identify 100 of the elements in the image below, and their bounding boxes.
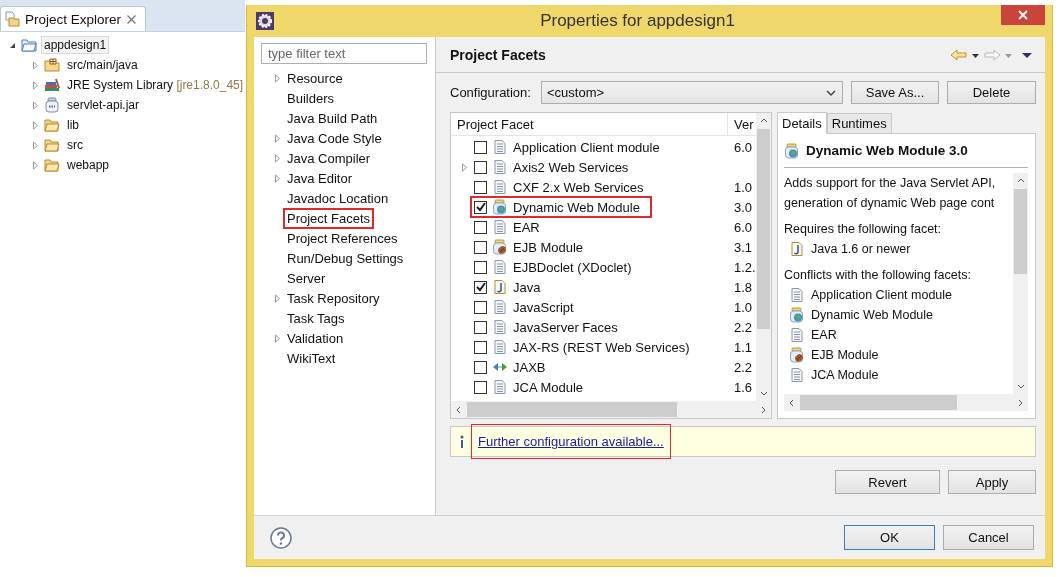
cancel-button[interactable]: Cancel: [943, 525, 1034, 550]
expand-arrow-icon[interactable]: [273, 333, 282, 343]
tree-item[interactable]: src/main/java: [64, 56, 141, 74]
bean-jar-icon: [492, 239, 508, 255]
checkbox[interactable]: [474, 240, 487, 254]
nav-item[interactable]: Java Build Path: [283, 107, 382, 129]
scrollbar[interactable]: [756, 113, 771, 401]
column-header[interactable]: Project Facet: [451, 113, 728, 135]
filter-field[interactable]: type filter text: [261, 43, 427, 64]
package-folder-icon: [44, 57, 60, 73]
revert-button[interactable]: Revert: [835, 470, 940, 494]
facet-name: EJBDoclet (XDoclet): [513, 259, 632, 275]
facet-version: 6.0: [733, 219, 753, 235]
document-icon: [789, 287, 805, 303]
delete-button[interactable]: Delete: [947, 81, 1036, 104]
ok-button[interactable]: OK: [844, 525, 935, 550]
details-title: Dynamic Web Module 3.0: [806, 143, 968, 158]
facet-version: 3.1: [733, 239, 753, 255]
nav-item[interactable]: Java Compiler: [283, 147, 375, 169]
folder-page-icon: [4, 11, 20, 27]
apply-button[interactable]: Apply: [948, 470, 1036, 494]
facet-name: Application Client module: [513, 139, 660, 155]
checkbox[interactable]: [474, 160, 487, 174]
expand-arrow-icon[interactable]: [31, 100, 40, 110]
tab[interactable]: Runtimes: [826, 113, 892, 133]
view-tab[interactable]: Project Explorer: [0, 6, 147, 31]
scrollbar[interactable]: [451, 401, 771, 418]
expand-arrow-icon[interactable]: [31, 160, 40, 170]
document-icon: [492, 319, 508, 335]
expand-arrow-icon[interactable]: [273, 73, 282, 83]
nav-item[interactable]: WikiText: [283, 347, 340, 369]
checkbox[interactable]: [474, 320, 487, 334]
nav-item[interactable]: Project Facets: [283, 207, 375, 229]
nav-item[interactable]: Resource: [283, 67, 347, 89]
expand-arrow-icon[interactable]: [273, 153, 282, 163]
window-title: Properties for appdesign1: [539, 11, 736, 31]
expand-arrow-icon[interactable]: [31, 120, 40, 130]
nav-item[interactable]: Task Repository: [283, 287, 384, 309]
nav-item[interactable]: Java Editor: [283, 167, 357, 189]
tree-item[interactable]: src: [64, 136, 86, 154]
facet-version: 2.2: [733, 359, 753, 375]
facet-name: Dynamic Web Module: [513, 199, 640, 215]
close-button[interactable]: [1001, 5, 1045, 25]
expand-arrow-icon[interactable]: [31, 60, 40, 70]
jar-icon: [44, 97, 60, 113]
save-as-button[interactable]: Save As...: [851, 81, 939, 104]
checkbox[interactable]: [474, 340, 487, 354]
page-title: Project Facets: [450, 46, 547, 63]
document-icon: [492, 299, 508, 315]
configuration-dropdown[interactable]: <custom>: [541, 81, 843, 104]
checkbox[interactable]: [474, 260, 487, 274]
checkbox[interactable]: [474, 220, 487, 234]
nav-item[interactable]: Builders: [283, 87, 338, 109]
expand-arrow-icon[interactable]: [460, 162, 469, 172]
expand-arrow-icon[interactable]: [273, 293, 282, 303]
checkbox[interactable]: [474, 280, 487, 294]
expand-arrow-icon[interactable]: [273, 133, 282, 143]
nav-item[interactable]: Java Code Style: [283, 127, 386, 149]
nav-item[interactable]: Server: [283, 267, 330, 289]
folder-icon: [44, 157, 60, 173]
nav-item[interactable]: Project References: [283, 227, 402, 249]
info-icon: [459, 434, 465, 449]
expand-arrow-icon[interactable]: [31, 140, 40, 150]
further-configuration-link[interactable]: Further configuration available...: [471, 424, 671, 459]
checkbox[interactable]: [474, 200, 487, 214]
tree-item[interactable]: servlet-api.jar: [64, 96, 143, 114]
facet-name: JAX-RS (REST Web Services): [513, 339, 690, 355]
help-icon[interactable]: [270, 526, 292, 549]
document-icon: [492, 179, 508, 195]
nav-item[interactable]: Task Tags: [283, 307, 349, 329]
books-icon: [44, 77, 60, 93]
folder-icon: [44, 137, 60, 153]
checkbox[interactable]: [474, 140, 487, 154]
tree-item[interactable]: lib: [64, 116, 82, 134]
facet-name: Dynamic Web Module: [811, 308, 934, 322]
facet-name: EAR: [811, 328, 837, 342]
tree-item[interactable]: webapp: [64, 156, 113, 174]
checkbox[interactable]: [474, 180, 487, 194]
tree-item[interactable]: appdesign1: [41, 36, 110, 54]
globe-jar-icon: [492, 199, 508, 215]
close-icon[interactable]: [126, 13, 138, 25]
document-icon: [492, 339, 508, 355]
column-header[interactable]: Ver: [728, 113, 754, 135]
facet-version: 1.6: [733, 379, 753, 395]
section-label: Requires the following facet:: [784, 222, 942, 236]
facet-version: 1.0: [733, 179, 753, 195]
facet-name: Java: [513, 279, 541, 295]
checkbox[interactable]: [474, 380, 487, 394]
facet-name: CXF 2.x Web Services: [513, 179, 644, 195]
nav-item[interactable]: Javadoc Location: [283, 187, 393, 209]
nav-item[interactable]: Validation: [283, 327, 348, 349]
expand-arrow-icon[interactable]: [31, 80, 40, 90]
checkbox[interactable]: [474, 300, 487, 314]
tab[interactable]: Details: [777, 112, 827, 134]
checkbox[interactable]: [474, 360, 487, 374]
expand-arrow-icon[interactable]: [273, 173, 282, 183]
tree-item[interactable]: JRE System Library [jre1.8.0_45]: [64, 76, 247, 94]
nav-item[interactable]: Run/Debug Settings: [283, 247, 408, 269]
configuration-label: Configuration:: [450, 85, 532, 100]
dropdown-icon: [826, 88, 836, 97]
